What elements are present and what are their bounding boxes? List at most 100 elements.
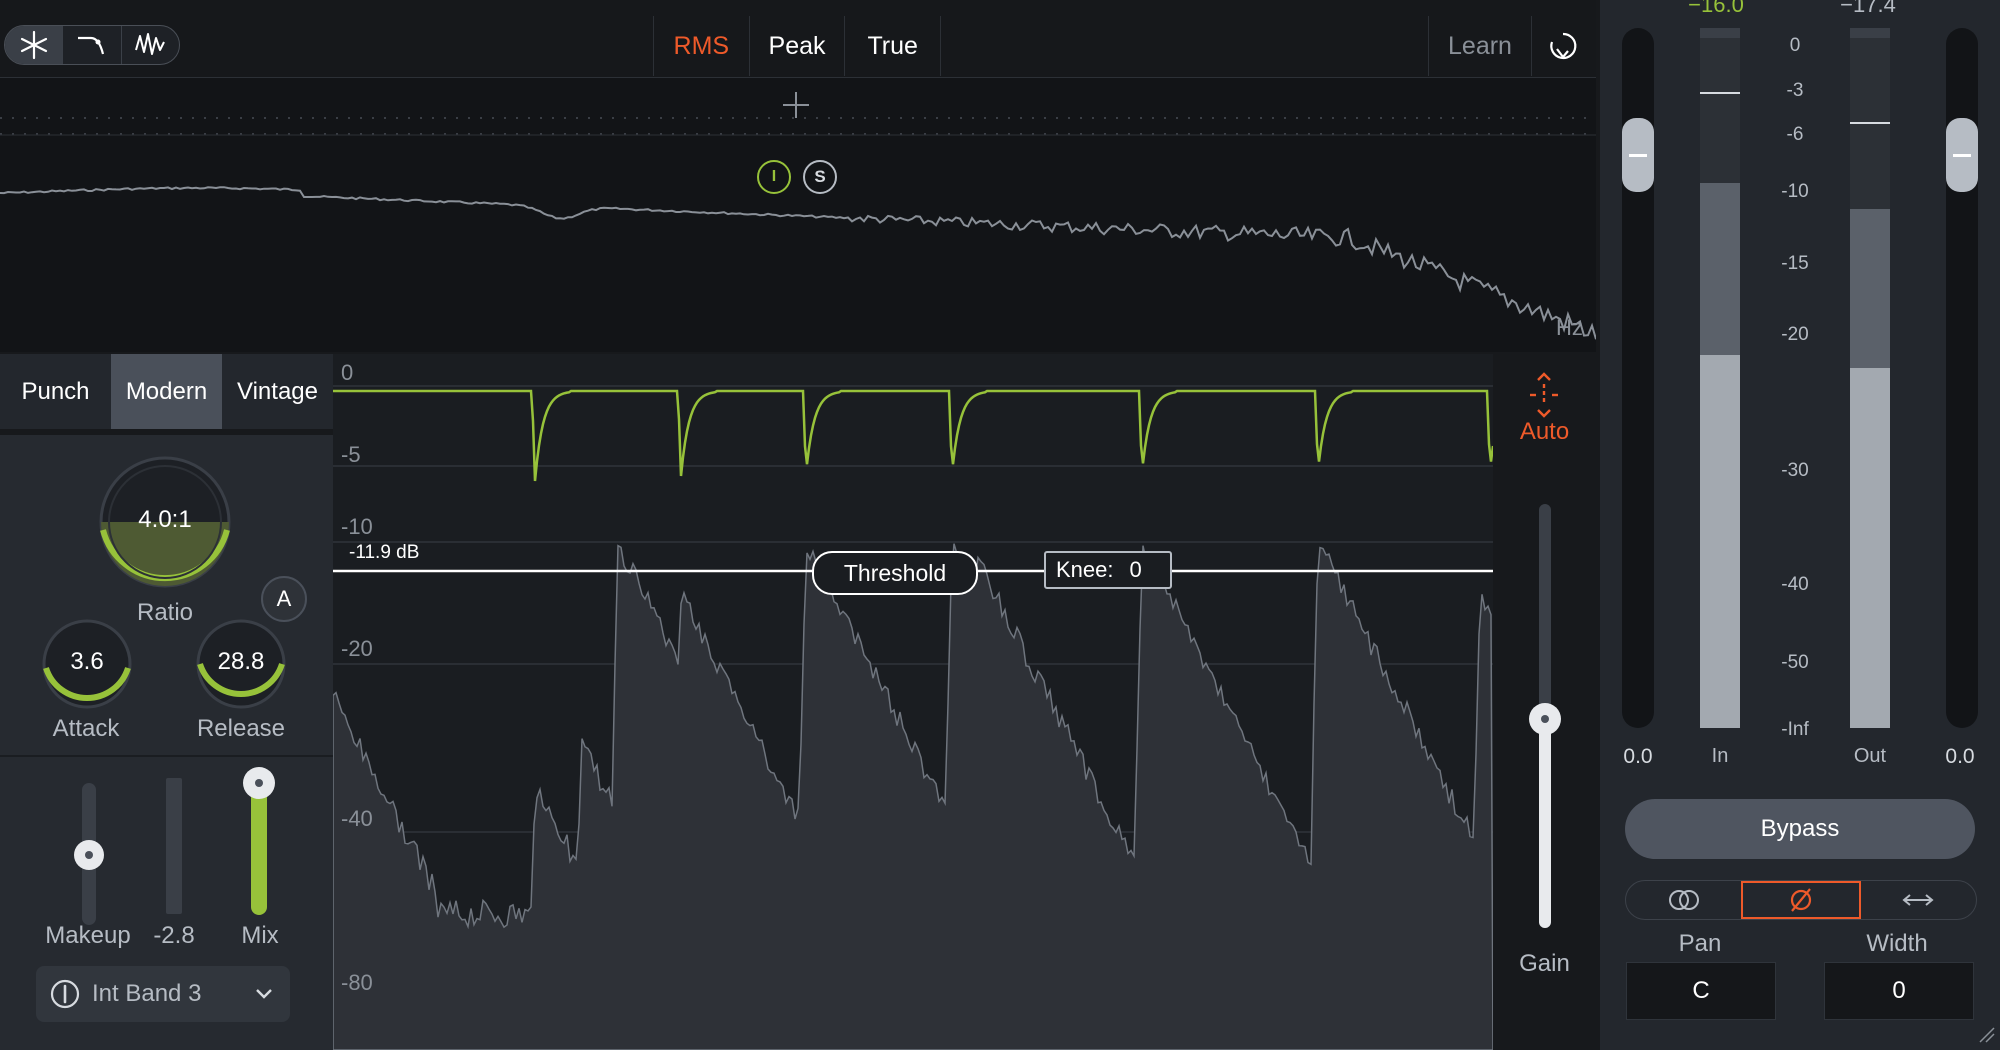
output-gain-fader[interactable] [1946, 28, 1978, 728]
circular-arrow-icon [1550, 32, 1577, 60]
detection-rms-button[interactable]: RMS [654, 16, 750, 76]
attack-value: 3.6 [70, 648, 104, 675]
scale-label-40: -40 [341, 806, 373, 831]
asterisk-icon [20, 30, 47, 60]
threshold-value: -11.9 dB [349, 542, 420, 563]
power-icon [50, 979, 80, 1009]
knee-label: Knee: [1056, 557, 1114, 582]
meter-scale-15: -15 [1781, 253, 1809, 274]
output-meter-label: Out [1853, 745, 1887, 767]
width-button[interactable] [1861, 881, 1976, 919]
threshold-handle[interactable]: Threshold [812, 551, 978, 595]
bypass-button[interactable]: Bypass [1625, 799, 1975, 859]
attack-knob[interactable]: 3.6 [41, 618, 133, 710]
stereo-mode-group [1625, 880, 1977, 920]
auto-gain-button[interactable]: Auto [1493, 418, 1596, 446]
asterisk-view-button[interactable] [5, 26, 64, 64]
input-level-meter [1700, 28, 1740, 728]
waveform-icon [135, 33, 166, 55]
frequency-unit-label: Hz [1556, 315, 1583, 340]
meter-scale-50: -50 [1781, 652, 1809, 673]
detection-peak-button[interactable]: Peak [750, 16, 846, 76]
stereo-link-icon [1668, 890, 1699, 910]
input-gain-handle[interactable] [1622, 118, 1654, 192]
band-solo-button[interactable]: S [803, 160, 837, 194]
meter-scale-40: -40 [1781, 574, 1809, 595]
knee-control[interactable]: Knee: 0 [1044, 551, 1172, 589]
curve-view-button[interactable] [63, 26, 122, 64]
input-peak-readout: −16.0 [1688, 0, 1744, 17]
gain-reduction-trace [333, 389, 1493, 482]
meter-scale-10: -10 [1781, 181, 1809, 202]
scale-label-10: -10 [341, 514, 373, 539]
pan-label: Pan [1678, 930, 1722, 957]
tab-vintage[interactable]: Vintage [222, 354, 333, 429]
auto-gain-icon [1530, 372, 1558, 418]
width-label: Width [1866, 930, 1928, 957]
input-meter-label: In [1711, 745, 1729, 767]
pan-value-field[interactable]: C [1626, 962, 1776, 1020]
output-level-meter [1850, 28, 1890, 728]
input-gain-value: 0.0 [1623, 745, 1653, 768]
release-knob[interactable]: 28.8 [195, 618, 287, 710]
release-value: 28.8 [217, 648, 265, 675]
curve-icon [77, 36, 105, 55]
ratio-knob[interactable]: 4.0:1 [98, 455, 232, 589]
makeup-label: Makeup [45, 922, 131, 949]
view-mode-group [4, 25, 180, 65]
makeup-fader[interactable] [74, 783, 104, 925]
scale-label-20: -20 [341, 636, 373, 661]
spectrum-display[interactable]: I S Hz [0, 78, 1596, 352]
input-gain-fader[interactable] [1622, 28, 1654, 728]
meter-scale-6: -6 [1786, 124, 1804, 145]
band-select-dropdown[interactable]: Int Band 3 [36, 966, 290, 1022]
meter-scale-inf: -Inf [1781, 719, 1809, 740]
gain-fader-fill [1539, 718, 1551, 928]
gain-fader[interactable] [1529, 504, 1561, 928]
gain-label: Gain [1519, 950, 1570, 977]
meter-scale-3: -3 [1786, 80, 1804, 101]
tab-punch[interactable]: Punch [0, 354, 111, 429]
output-gain-handle[interactable] [1946, 118, 1978, 192]
scale-label-0: 0 [341, 360, 354, 385]
stereo-link-button[interactable] [1626, 881, 1741, 919]
width-value-field[interactable]: 0 [1824, 962, 1974, 1020]
band-select-label: Int Band 3 [92, 980, 202, 1007]
waveform-view-button[interactable] [122, 26, 179, 64]
makeup-fader-handle[interactable] [74, 840, 104, 870]
output-peak-readout: −17.4 [1840, 0, 1896, 17]
meter-scale-20: -20 [1781, 324, 1809, 345]
release-label: Release [196, 715, 286, 742]
tab-modern[interactable]: Modern [111, 354, 222, 429]
compressor-controls: 4.0:1 Ratio A 3.6 Attack 28.8 Release Ma… [0, 435, 333, 1050]
reset-button[interactable] [1530, 16, 1596, 76]
auto-ratio-button[interactable]: A [261, 576, 307, 622]
scale-label-5: -5 [341, 442, 361, 467]
scale-label-80: -80 [341, 970, 373, 995]
graph-plot [333, 385, 1493, 1050]
ratio-value: 4.0:1 [138, 506, 192, 533]
detection-true-button[interactable]: True [845, 16, 940, 76]
attack-label: Attack [52, 715, 120, 742]
meter-scale-30: -30 [1781, 460, 1809, 481]
gain-strip: Auto Gain [1493, 354, 1596, 1050]
character-tabs: Punch Modern Vintage [0, 354, 333, 429]
mix-label: Mix [241, 922, 279, 949]
makeup-meter [166, 778, 182, 914]
band-instance-button[interactable]: I [757, 160, 791, 194]
width-arrows-icon [1902, 894, 1934, 906]
meter-scale-0: 0 [1789, 35, 1801, 56]
output-gain-value: 0.0 [1945, 745, 1975, 768]
resize-grip-icon[interactable] [1978, 1026, 1996, 1044]
learn-button[interactable]: Learn [1428, 16, 1532, 76]
phase-invert-button[interactable] [1741, 881, 1861, 919]
gain-fader-handle[interactable] [1529, 703, 1561, 735]
chevron-down-icon [256, 989, 272, 999]
detection-mode-group: RMS Peak True [653, 16, 941, 76]
gain-reduction-graph[interactable]: 0 -5 -10 -20 -40 -80 -11.9 dB Threshold … [333, 354, 1493, 1050]
mix-fader[interactable] [243, 767, 275, 915]
mix-fader-handle[interactable] [243, 767, 275, 799]
spectrum-plot [0, 92, 1596, 340]
input-level-trace [333, 543, 1493, 1050]
spectrum-curve [0, 186, 1596, 340]
